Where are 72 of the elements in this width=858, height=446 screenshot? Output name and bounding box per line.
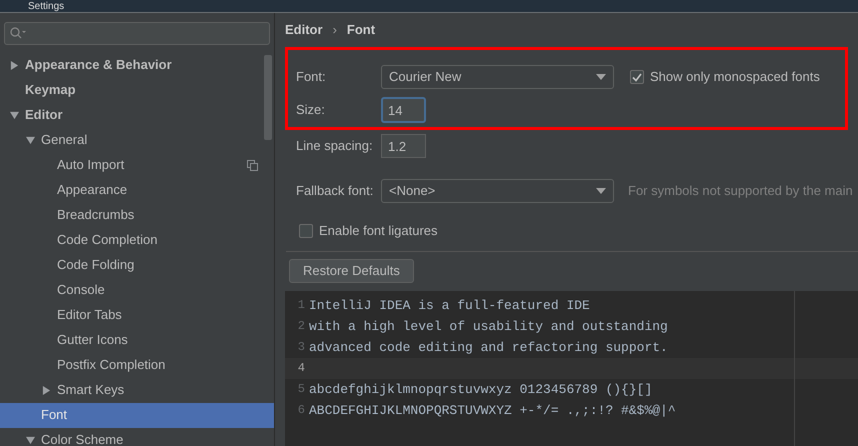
font-dropdown[interactable]: Courier New (381, 65, 614, 89)
breadcrumb-separator: › (332, 21, 337, 40)
tree-item[interactable]: General (0, 128, 274, 153)
tree-item[interactable]: Keymap (0, 78, 274, 103)
tree-item-label: Auto Import (57, 156, 124, 174)
restore-defaults-button[interactable]: Restore Defaults (289, 258, 414, 282)
preview-code-line: abcdefghijklmnopqrstuvwxyz 0123456789 (){}[] (309, 380, 652, 398)
tree-item-label: Postfix Completion (57, 356, 166, 374)
tree-item[interactable]: Code Completion (0, 228, 274, 253)
tree-item-label: Editor (25, 106, 63, 124)
tree-item[interactable]: Auto Import (0, 152, 274, 178)
breadcrumb-item: Font (346, 21, 376, 40)
tree-item-label: Breadcrumbs (57, 206, 134, 224)
field-label: Size: (296, 101, 326, 120)
checkbox[interactable] (630, 70, 644, 84)
tree-item-label: General (41, 131, 88, 150)
tree-item[interactable]: Font (0, 402, 274, 428)
tree-item-label: Smart Keys (57, 381, 124, 400)
expanded-arrow-icon[interactable] (10, 110, 19, 120)
line-number: 3 (296, 339, 306, 356)
field-label: Fallback font: (296, 182, 374, 200)
breadcrumb-item: Editor (285, 21, 323, 40)
checkbox-label: Enable font ligatures (319, 222, 438, 240)
tree-item[interactable]: Postfix Completion (0, 352, 274, 378)
collapsed-arrow-icon[interactable] (10, 60, 19, 70)
tree-item-label: Appearance (57, 181, 128, 200)
checkbox[interactable] (299, 224, 313, 238)
window-title: Settings (28, 1, 64, 12)
preview-code-line: with a high level of usability and outstanding (309, 318, 668, 336)
line-number: 6 (296, 402, 306, 420)
tree-item[interactable]: Breadcrumbs (0, 202, 274, 228)
preview-code-line: advanced code editing and refactoring support. (309, 338, 668, 356)
size-input[interactable]: 14 (381, 97, 426, 123)
line-number: 1 (296, 297, 306, 314)
search-icon (10, 27, 26, 40)
tree-item[interactable]: Console (0, 278, 274, 303)
tree-item[interactable]: Editor Tabs (0, 302, 274, 328)
field-label: Line spacing: (296, 137, 374, 156)
collapsed-arrow-icon[interactable] (42, 386, 51, 395)
tree-item-label: Console (57, 281, 105, 300)
tree-item-label: Appearance & Behavior (25, 56, 172, 74)
hint-text: For symbols not supported by the main (628, 182, 853, 200)
preview-code-line: IntelliJ IDEA is a full-featured IDE (309, 296, 590, 314)
checkbox-label: Show only monospaced fonts (650, 68, 820, 86)
tree-item-label: Editor Tabs (57, 306, 122, 324)
line-number: 2 (296, 318, 306, 336)
tree-item[interactable]: Editor (0, 102, 274, 128)
tree-item[interactable]: Smart Keys (0, 378, 274, 403)
fallback-font-dropdown[interactable]: <None> (381, 179, 614, 203)
tree-item[interactable]: Appearance & Behavior (0, 52, 274, 78)
search-field[interactable] (4, 22, 270, 45)
scrollbar-thumb[interactable] (264, 55, 272, 140)
tree-item-label: Font (41, 406, 68, 424)
tree-item[interactable]: Appearance (0, 178, 274, 203)
line-spacing-input[interactable]: 1.2 (381, 134, 426, 158)
line-number: 5 (296, 381, 306, 398)
tree-item-label: Code Completion (57, 231, 158, 250)
expanded-arrow-icon[interactable] (26, 436, 35, 445)
check-icon (632, 72, 642, 82)
line-number: 4 (296, 360, 306, 378)
dropdown-arrow-icon (596, 74, 606, 80)
tree-item[interactable]: Gutter Icons (0, 328, 274, 353)
tree-item[interactable]: Color Scheme (0, 428, 274, 446)
tree-item[interactable]: Code Folding (0, 252, 274, 278)
expanded-arrow-icon[interactable] (26, 136, 35, 145)
field-label: Font: (296, 68, 327, 86)
tree-item-label: Color Scheme (41, 431, 124, 446)
tree-item-label: Keymap (25, 81, 76, 100)
tree-item-label: Code Folding (57, 256, 134, 274)
dropdown-arrow-icon (596, 188, 606, 194)
tree-item-label: Gutter Icons (57, 331, 128, 350)
preview-code-line: ABCDEFGHIJKLMNOPQRSTUVWXYZ +-*/= .,;:!? #&$%@|^ (309, 402, 676, 420)
